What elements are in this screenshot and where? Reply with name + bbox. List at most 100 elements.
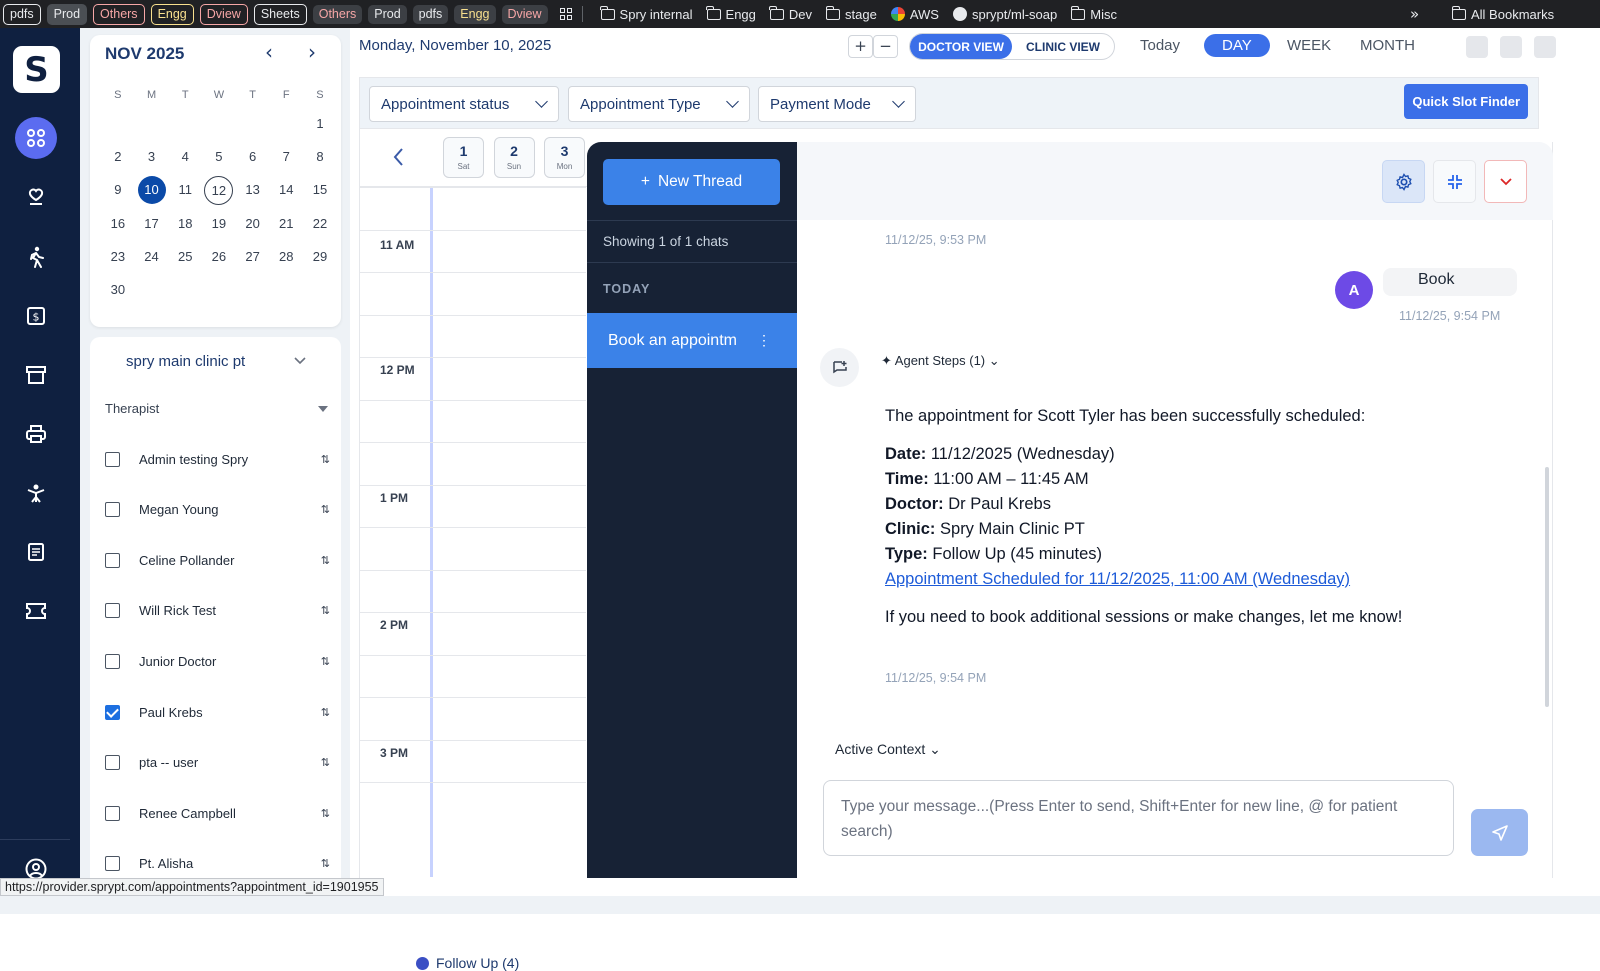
minimize-button[interactable]: [1433, 160, 1476, 203]
calendar-day[interactable]: 9: [101, 176, 135, 204]
clinic-view-button[interactable]: CLINIC VIEW: [1012, 34, 1114, 59]
bookmark-pill[interactable]: pdfs: [412, 4, 449, 24]
location-heart-icon[interactable]: [15, 177, 57, 219]
calendar-day[interactable]: 25: [168, 243, 202, 271]
calendar-day[interactable]: 12: [204, 176, 234, 205]
ticket-icon[interactable]: [15, 590, 57, 632]
payment-mode-dropdown[interactable]: Payment Mode: [758, 86, 916, 122]
calendar-day[interactable]: 4: [168, 143, 202, 171]
sort-arrows-icon[interactable]: ⇅: [321, 857, 330, 870]
appointment-type-dropdown[interactable]: Appointment Type: [568, 86, 750, 122]
document-icon[interactable]: [15, 531, 57, 573]
appointment-link[interactable]: Appointment Scheduled for 11/12/2025, 11…: [885, 570, 1350, 588]
calendar-day[interactable]: 8: [303, 143, 337, 171]
walking-icon[interactable]: [15, 236, 57, 278]
therapist-checkbox[interactable]: [105, 755, 120, 771]
bookmark-pill[interactable]: Dview: [501, 4, 548, 24]
app-logo[interactable]: S: [13, 46, 60, 93]
bookmark-pill[interactable]: Dview: [199, 3, 248, 25]
therapist-checkbox[interactable]: [105, 502, 120, 518]
therapist-checkbox[interactable]: [105, 856, 120, 872]
therapist-row[interactable]: Admin testing Spry ⇅: [105, 448, 330, 470]
bookmark-pill[interactable]: Sheets: [253, 3, 307, 25]
more-vertical-icon[interactable]: ⋮: [757, 332, 771, 349]
calendar-day[interactable]: 11: [168, 176, 202, 204]
bookmark-pill[interactable]: Prod: [368, 4, 407, 24]
doctor-view-button[interactable]: DOCTOR VIEW: [910, 34, 1012, 59]
day-chip[interactable]: 3 Mon: [544, 137, 585, 178]
calendar-day[interactable]: 10: [137, 176, 166, 204]
sort-arrows-icon[interactable]: ⇅: [321, 655, 330, 668]
therapist-checkbox[interactable]: [105, 451, 120, 467]
bookmark-pill[interactable]: Others: [312, 4, 363, 24]
print-icon[interactable]: [1466, 36, 1488, 58]
calendar-day[interactable]: 2: [101, 143, 135, 171]
calendar-day[interactable]: 19: [202, 210, 236, 238]
sort-arrows-icon[interactable]: ⇅: [321, 756, 330, 769]
all-bookmarks[interactable]: All Bookmarks: [1451, 5, 1554, 22]
active-context-toggle[interactable]: Active Context ⌄: [835, 741, 941, 758]
calendar-day[interactable]: 22: [303, 210, 337, 238]
calendar-day[interactable]: 15: [303, 176, 337, 204]
therapist-row[interactable]: Paul Krebs ⇅: [105, 701, 330, 723]
agent-steps-toggle[interactable]: ✦ Agent Steps (1) ⌄: [881, 353, 1000, 369]
calendar-day[interactable]: 3: [135, 143, 169, 171]
calendar-day[interactable]: 7: [269, 143, 303, 171]
send-button[interactable]: [1471, 809, 1528, 856]
chat-scrollbar[interactable]: [1545, 467, 1549, 707]
bookmark-pill[interactable]: Prod: [46, 3, 88, 25]
bookmark-folder[interactable]: AWS: [890, 7, 939, 22]
calendar-day[interactable]: 27: [236, 243, 270, 271]
calendar-day[interactable]: 28: [269, 243, 303, 271]
fullscreen-icon[interactable]: [1534, 36, 1556, 58]
therapist-row[interactable]: Megan Young ⇅: [105, 499, 330, 521]
quick-slot-finder-button[interactable]: Quick Slot Finder: [1404, 84, 1528, 119]
message-input[interactable]: Type your message...(Press Enter to send…: [823, 780, 1454, 856]
next-month-button[interactable]: ›: [308, 40, 316, 64]
calendar-day[interactable]: 13: [236, 176, 270, 204]
therapist-row[interactable]: pta -- user ⇅: [105, 752, 330, 774]
appointment-status-dropdown[interactable]: Appointment status: [369, 86, 559, 122]
printer-icon[interactable]: [15, 413, 57, 455]
archive-icon[interactable]: [15, 354, 57, 396]
calendar-day[interactable]: 17: [135, 210, 169, 238]
billing-icon[interactable]: $: [15, 295, 57, 337]
day-chip[interactable]: 2 Sun: [493, 137, 535, 178]
calendar-day[interactable]: 23: [101, 243, 135, 271]
bookmark-pill[interactable]: Engg: [454, 4, 496, 24]
thread-item[interactable]: Book an appointm ⋮: [587, 313, 797, 368]
sort-arrows-icon[interactable]: ⇅: [321, 604, 330, 617]
therapist-checkbox[interactable]: [105, 603, 120, 619]
calendar-day[interactable]: 20: [236, 210, 270, 238]
caret-down-icon[interactable]: [318, 406, 328, 412]
bookmark-folder[interactable]: Misc: [1070, 5, 1117, 22]
dashboard-icon[interactable]: [15, 117, 57, 159]
clinic-select[interactable]: spry main clinic pt: [126, 353, 245, 370]
therapist-checkbox[interactable]: [105, 653, 120, 669]
therapist-checkbox[interactable]: [105, 552, 120, 568]
therapist-row[interactable]: Junior Doctor ⇅: [105, 650, 330, 672]
calendar-day[interactable]: 18: [168, 210, 202, 238]
calendar-day[interactable]: 29: [303, 243, 337, 271]
calendar-day[interactable]: 21: [269, 210, 303, 238]
calendar-day[interactable]: 24: [135, 243, 169, 271]
settings-button[interactable]: [1382, 160, 1425, 203]
therapist-row[interactable]: Renee Campbell ⇅: [105, 802, 330, 824]
therapist-checkbox[interactable]: [105, 805, 120, 821]
calendar-day[interactable]: 16: [101, 210, 135, 238]
sort-arrows-icon[interactable]: ⇅: [321, 503, 330, 516]
apps-grid-icon[interactable]: [559, 8, 572, 20]
day-view-button[interactable]: DAY: [1204, 34, 1270, 57]
exercise-icon[interactable]: [15, 472, 57, 514]
bookmark-folder[interactable]: Engg: [706, 5, 756, 22]
sort-arrows-icon[interactable]: ⇅: [321, 807, 330, 820]
therapist-row[interactable]: Celine Pollander ⇅: [105, 549, 330, 571]
sort-arrows-icon[interactable]: ⇅: [321, 706, 330, 719]
new-thread-button[interactable]: + New Thread: [603, 159, 780, 205]
today-button[interactable]: Today: [1140, 37, 1180, 54]
calendar-day[interactable]: 5: [202, 143, 236, 171]
therapist-checkbox[interactable]: [105, 704, 120, 720]
calendar-day[interactable]: 26: [202, 243, 236, 271]
month-view-button[interactable]: MONTH: [1360, 37, 1415, 54]
week-view-button[interactable]: WEEK: [1287, 37, 1331, 54]
